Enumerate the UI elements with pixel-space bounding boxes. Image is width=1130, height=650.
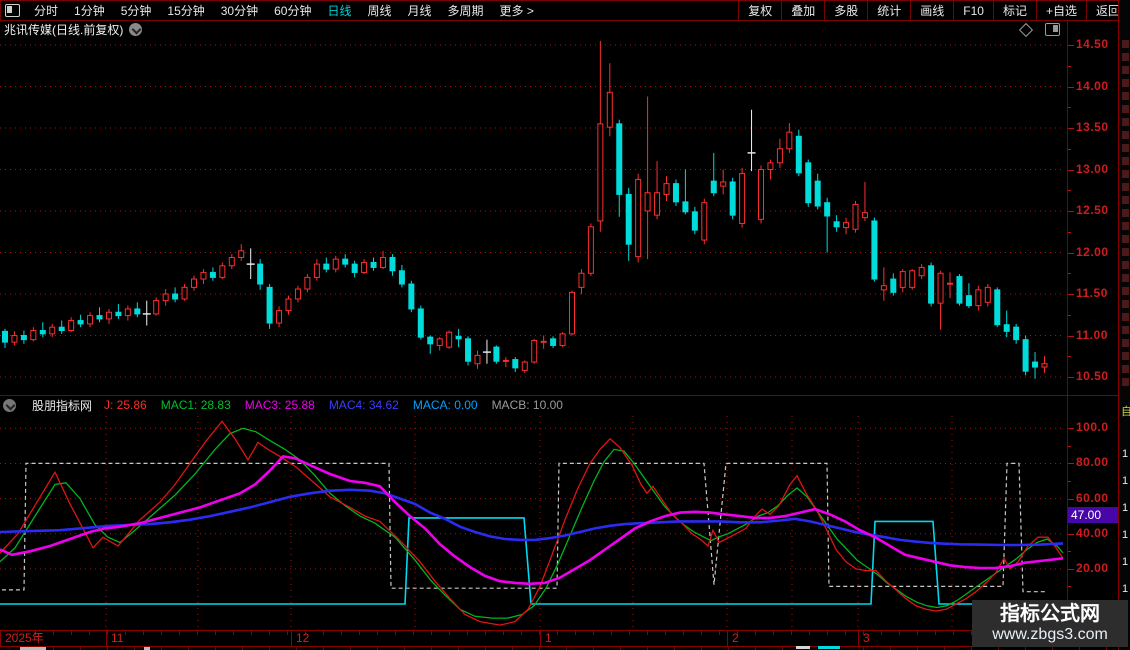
chevron-down-icon[interactable] (129, 23, 142, 36)
price-tick (1067, 253, 1074, 254)
strip-digit: 1 (1122, 502, 1128, 514)
indicator-label-20.00: 20.00 (1076, 561, 1109, 575)
strip-char: 自 (1121, 403, 1130, 419)
indicator-tick (1067, 499, 1074, 500)
toolbar-item-5分钟[interactable]: 5分钟 (113, 2, 160, 19)
reading-MACA: MACA: 0.00 (413, 398, 478, 412)
reading-MAC1: MAC1: 28.83 (161, 398, 231, 412)
indicator-chevron-icon[interactable] (3, 399, 16, 412)
time-axis: 2025年1112123 (0, 630, 1118, 647)
bottom-clipped-row (0, 646, 1118, 650)
right-edge-clipped-panel: 自 1111111 (1118, 0, 1130, 650)
toolbar-item-30分钟[interactable]: 30分钟 (213, 2, 266, 19)
reading-MAC3: MAC3: 25.88 (245, 398, 315, 412)
strip-digit: 1 (1122, 475, 1128, 487)
toolbar-button-多股[interactable]: 多股 (824, 1, 867, 20)
price-tick (1067, 128, 1074, 129)
watermark-title: 指标公式网 (1000, 603, 1100, 625)
axis-frame-line (1067, 21, 1068, 645)
candles-layer (3, 41, 1048, 379)
price-tick (1067, 87, 1074, 88)
reading-MACB: MACB: 10.00 (492, 398, 563, 412)
toolbar-button-+自选[interactable]: +自选 (1036, 1, 1086, 20)
indicator-chart[interactable] (0, 414, 1067, 631)
toolbar-item-月线[interactable]: 月线 (400, 2, 440, 19)
price-tick (1067, 336, 1074, 337)
indicator-label-40.00: 40.00 (1076, 526, 1109, 540)
time-label-1: 1 (540, 631, 727, 646)
tool-menu: 复权叠加多股统计画线F10标记+自选返回 (738, 1, 1129, 20)
price-label-14.00: 14.00 (1076, 79, 1109, 93)
top-toolbar: 分时1分钟5分钟15分钟30分钟60分钟日线周线月线多周期更多 > 复权叠加多股… (0, 0, 1130, 21)
indicator-source: 股朋指标网 (32, 397, 92, 414)
toolbar-item-更多 >[interactable]: 更多 > (492, 2, 542, 19)
toolbar-item-多周期[interactable]: 多周期 (440, 2, 492, 19)
indicator-label-80.00: 80.00 (1076, 455, 1109, 469)
toolbar-button-画线[interactable]: 画线 (910, 1, 953, 20)
titlebar-icons (1021, 23, 1060, 36)
toolbar-button-统计[interactable]: 统计 (867, 1, 910, 20)
clipped-glyph-fragments (1122, 40, 1129, 390)
time-label-11: 11 (106, 631, 291, 646)
price-tick (1067, 294, 1074, 295)
indicator-hgrid (0, 428, 1065, 569)
indicator-label-100.0: 100.0 (1076, 420, 1109, 434)
price-label-12.50: 12.50 (1076, 203, 1109, 217)
series-MAC3-magenta (0, 456, 1063, 583)
price-tick (1067, 170, 1074, 171)
indicator-header: 股朋指标网 J: 25.86 MAC1: 28.83 MAC3: 25.88 MAC4… (0, 397, 563, 413)
toolbar-item-1分钟[interactable]: 1分钟 (66, 2, 113, 19)
current-value-badge: 47.00 (1068, 507, 1120, 523)
price-label-11.50: 11.50 (1076, 286, 1108, 300)
toolbar-button-复权[interactable]: 复权 (738, 1, 781, 20)
strip-digit: 1 (1122, 529, 1128, 541)
indicator-tick (1067, 463, 1074, 464)
price-label-11.00: 11.00 (1076, 328, 1108, 342)
main-candlestick-chart[interactable] (0, 38, 1067, 395)
price-gridlines (0, 45, 1065, 377)
layout-panel-icon[interactable] (1045, 23, 1060, 36)
time-label-2025年: 2025年 (0, 631, 106, 646)
toolbar-item-日线[interactable]: 日线 (319, 2, 359, 19)
period-menu: 分时1分钟5分钟15分钟30分钟60分钟日线周线月线多周期更多 > (1, 1, 542, 20)
panel-divider[interactable] (0, 395, 1118, 396)
toolbar-item-分时[interactable]: 分时 (26, 2, 66, 19)
price-label-13.00: 13.00 (1076, 162, 1109, 176)
indicator-tick (1067, 569, 1074, 570)
price-tick (1067, 377, 1074, 378)
time-label-2: 2 (727, 631, 858, 646)
price-label-13.50: 13.50 (1076, 120, 1109, 134)
strip-digit: 1 (1122, 448, 1128, 460)
indicator-label-60.00: 60.00 (1076, 491, 1109, 505)
strip-digit: 1 (1122, 556, 1128, 568)
toolbar-button-叠加[interactable]: 叠加 (781, 1, 824, 20)
price-label-10.50: 10.50 (1076, 369, 1109, 383)
toolbar-button-F10[interactable]: F10 (953, 1, 993, 20)
diamond-icon[interactable] (1019, 22, 1033, 36)
app-window: 分时1分钟5分钟15分钟30分钟60分钟日线周线月线多周期更多 > 复权叠加多股… (0, 0, 1130, 650)
stock-title: 兆讯传媒(日线.前复权) (4, 21, 123, 38)
series-MACA-step (0, 518, 1065, 604)
price-label-14.50: 14.50 (1076, 37, 1109, 51)
reading-MAC4: MAC4: 34.62 (329, 398, 399, 412)
strip-digit: 1 (1122, 583, 1128, 595)
clipped-text-fragment (796, 646, 810, 649)
toolbar-item-60分钟[interactable]: 60分钟 (266, 2, 319, 19)
reading-J: J: 25.86 (104, 398, 147, 412)
clipped-cyan-fragment (818, 646, 840, 649)
window-split-icon[interactable] (5, 4, 20, 17)
toolbar-button-标记[interactable]: 标记 (993, 1, 1036, 20)
watermark: 指标公式网 www.zbgs3.com (972, 600, 1128, 647)
price-tick (1067, 211, 1074, 212)
toolbar-item-周线[interactable]: 周线 (359, 2, 399, 19)
time-label-12: 12 (291, 631, 540, 646)
price-label-12.00: 12.00 (1076, 245, 1109, 259)
chart-titlebar: 兆讯传媒(日线.前复权) (0, 21, 1118, 38)
watermark-url: www.zbgs3.com (992, 625, 1108, 644)
indicator-readings: J: 25.86 MAC1: 28.83 MAC3: 25.88 MAC4: 34.6… (104, 398, 563, 412)
indicator-tick (1067, 428, 1074, 429)
indicator-tick (1067, 534, 1074, 535)
toolbar-item-15分钟[interactable]: 15分钟 (159, 2, 212, 19)
price-tick (1067, 45, 1074, 46)
